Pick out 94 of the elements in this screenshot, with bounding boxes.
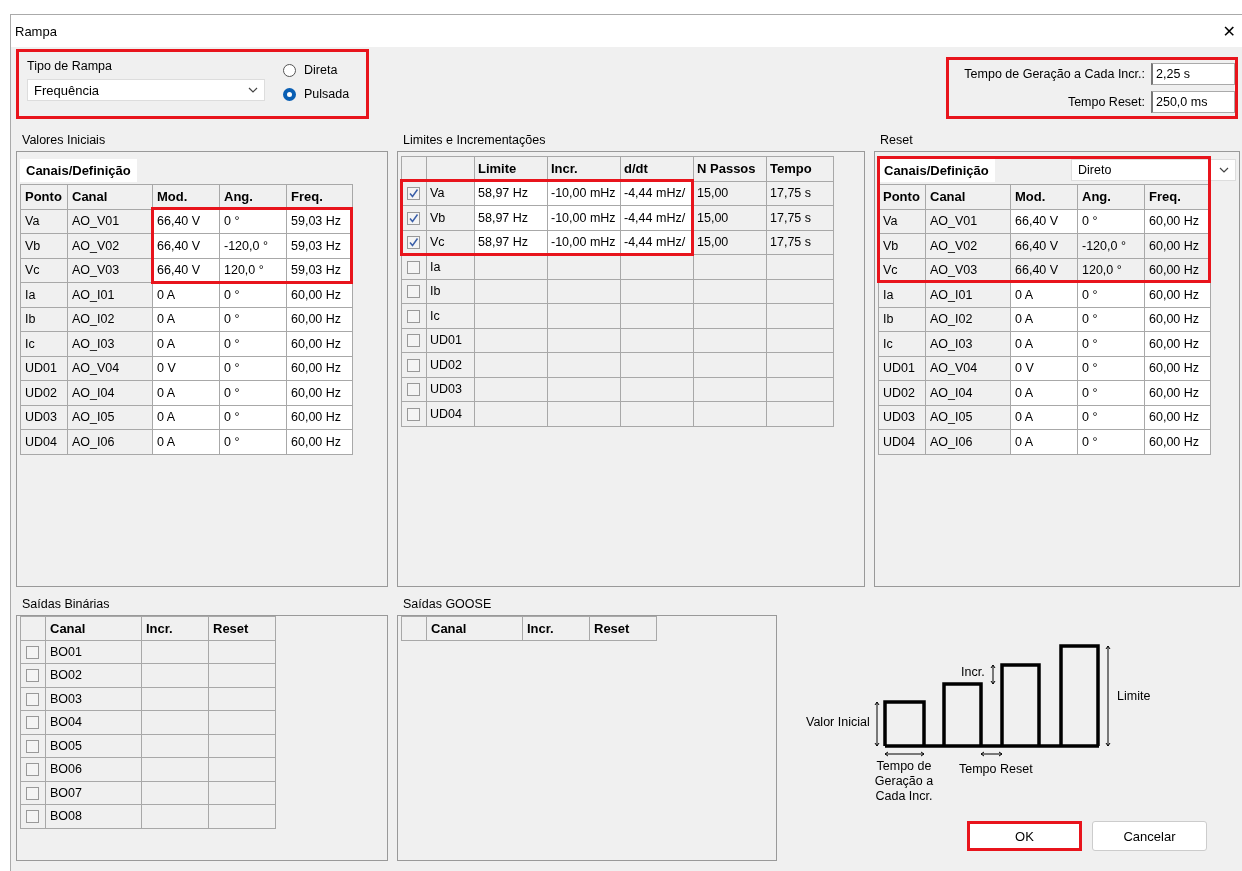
diagram-label: Tempo de Geração a Cada Incr.: [873, 759, 935, 804]
table-cell: Ic: [20, 331, 68, 356]
checkbox[interactable]: [407, 334, 420, 348]
window-title: Rampa: [15, 23, 57, 39]
column-header: Reset: [589, 616, 657, 640]
table-cell: AO_I02: [67, 307, 153, 332]
diagram-label: Tempo Reset: [959, 762, 1033, 776]
checkbox[interactable]: [407, 309, 420, 323]
panel-title: Valores Iniciais: [21, 133, 107, 149]
column-header: Ponto: [878, 184, 926, 209]
table-cell: Ia: [20, 282, 68, 307]
diagram-label: Valor Inicial: [806, 715, 870, 729]
column-header: Reset: [208, 616, 276, 640]
column-header: Ponto: [20, 184, 68, 209]
radio-button[interactable]: [283, 63, 296, 77]
table-cell: BO03: [45, 687, 142, 711]
radio-label[interactable]: Direta: [304, 63, 338, 77]
field-label: Tempo de Geração a Cada Incr.:: [964, 67, 1145, 81]
table-cell: UD02: [20, 380, 68, 405]
table-cell: Ic: [878, 331, 926, 356]
checkbox[interactable]: [407, 407, 420, 421]
checkbox[interactable]: [26, 692, 39, 706]
close-button[interactable]: ✕: [1216, 21, 1242, 41]
checkbox[interactable]: [26, 786, 39, 800]
chevron-down-icon: [1219, 167, 1229, 173]
table-cell: BO04: [45, 710, 142, 734]
table-cell: AO_V04: [67, 356, 153, 381]
panel-title: Reset: [879, 133, 914, 149]
table-cell: UD03: [20, 405, 68, 430]
table-cell: Vb: [20, 233, 68, 258]
column-header: Canal: [67, 184, 153, 209]
radio-label[interactable]: Pulsada: [304, 87, 350, 101]
chevron-down-icon: [248, 87, 258, 93]
tab[interactable]: Canais/Definição: [20, 158, 137, 182]
column-header: Tempo: [766, 156, 834, 181]
panel-title: Saídas GOOSE: [402, 597, 493, 613]
tab[interactable]: Canais/Definição: [878, 158, 995, 182]
column-header: Incr.: [522, 616, 590, 640]
checkbox[interactable]: [407, 358, 420, 372]
radio-button[interactable]: [283, 87, 296, 101]
table-cell: BO07: [45, 781, 142, 805]
column-header: Incr.: [141, 616, 209, 640]
table-cell: AO_I02: [925, 307, 1011, 332]
column-header: Canal: [426, 616, 523, 640]
table-cell: UD02: [878, 380, 926, 405]
panel-title: Saídas Binárias: [21, 597, 111, 613]
table-cell: BO05: [45, 734, 142, 758]
checkbox[interactable]: [26, 739, 39, 753]
checkbox[interactable]: [26, 716, 39, 730]
table-cell: UD04: [20, 429, 68, 454]
column-header: Freq.: [1144, 184, 1211, 209]
ok-button[interactable]: OK: [967, 821, 1082, 851]
column-header: Canal: [925, 184, 1011, 209]
diagram-label: Limite: [1117, 689, 1151, 703]
table-cell: UD03: [878, 405, 926, 430]
checkbox[interactable]: [26, 763, 39, 777]
checkbox[interactable]: [407, 236, 420, 250]
checkbox[interactable]: [407, 383, 420, 397]
table-cell: AO_V01: [925, 209, 1011, 234]
input-field[interactable]: 250,0 ms: [1151, 91, 1235, 113]
cancel-button[interactable]: Cancelar: [1092, 821, 1207, 851]
reset-mode-dropdown[interactable]: Direto: [1071, 159, 1236, 181]
checkbox[interactable]: [407, 187, 420, 201]
diagram-label: Incr.: [961, 665, 985, 679]
table-cell: BO08: [45, 804, 142, 828]
ramp-type-label: Tipo de Rampa: [27, 59, 113, 73]
table-cell: Ib: [20, 307, 68, 332]
input-field[interactable]: 2,25 s: [1151, 63, 1235, 85]
checkbox[interactable]: [407, 285, 420, 299]
table-cell: UD04: [878, 429, 926, 454]
field-label: Tempo Reset:: [1067, 95, 1145, 109]
column-header: Mod.: [1010, 184, 1078, 209]
column-header: Ang.: [1077, 184, 1145, 209]
checkbox[interactable]: [26, 810, 39, 824]
checkbox[interactable]: [407, 260, 420, 274]
ramp-type-dropdown[interactable]: Frequência: [27, 79, 265, 101]
table-cell: Vc: [20, 258, 68, 283]
column-header: N Passos: [693, 156, 767, 181]
table-cell: AO_V04: [925, 356, 1011, 381]
table-cell: AO_I05: [67, 405, 153, 430]
checkbox[interactable]: [407, 211, 420, 225]
table-cell: BO06: [45, 757, 142, 781]
column-header: Canal: [45, 616, 142, 640]
checkbox[interactable]: [26, 645, 39, 659]
panel-title: Limites e Incrementações: [402, 133, 547, 149]
table-cell: Ia: [878, 282, 926, 307]
table-cell: UD01: [20, 356, 68, 381]
checkbox[interactable]: [26, 669, 39, 683]
table-cell: AO_I05: [925, 405, 1011, 430]
table-cell: Ib: [878, 307, 926, 332]
table-cell: BO02: [45, 663, 142, 687]
table-cell: Va: [20, 209, 68, 234]
table-cell: UD01: [878, 356, 926, 381]
table-cell: BO01: [45, 640, 142, 664]
